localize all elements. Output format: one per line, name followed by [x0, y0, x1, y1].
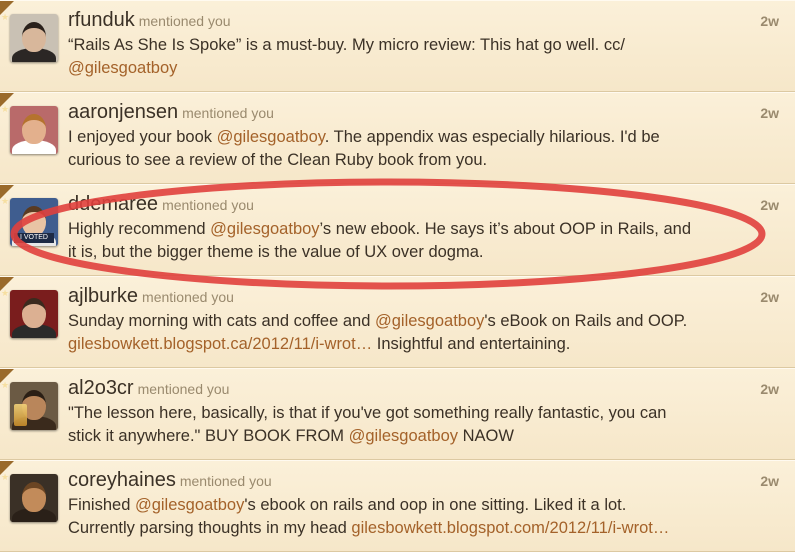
tweet-row[interactable]: ★ aaronjensen mentioned you 2w I enjoyed you… [0, 92, 795, 184]
tweet-row[interactable]: ★ I VOTED ddemaree mentioned you 2w Highly re… [0, 184, 795, 276]
tweet-row[interactable]: ★ rfunduk mentioned you 2w “Rails As She Is … [0, 0, 795, 92]
tweet-text-segment: Sunday morning with cats and coffee and [68, 312, 375, 330]
mention-link[interactable]: @gilesgoatboy [135, 496, 244, 514]
beer-glass-icon [14, 404, 27, 426]
tweet-timestamp: 2w [760, 197, 779, 213]
url-link[interactable]: gilesbowkett.blogspot.com/2012/11/i-wrot… [351, 519, 669, 537]
mentions-feed: ★ rfunduk mentioned you 2w “Rails As She Is … [0, 0, 795, 552]
mention-link[interactable]: @gilesgoatboy [210, 220, 319, 238]
avatar-flag-man[interactable] [10, 106, 58, 154]
tweet-text-line: “Rails As She Is Spoke” is a must-buy. M… [68, 34, 758, 57]
tweet-username-line: ddemaree mentioned you [68, 193, 254, 216]
avatar-tag: I VOTED [14, 233, 54, 243]
username[interactable]: ddemaree [68, 193, 158, 215]
tweet-text-line: Highly recommend @gilesgoatboy’s new ebo… [68, 218, 758, 241]
tweet-text-segment: Highly recommend [68, 220, 211, 238]
tweet-text-segment: Finished [68, 496, 135, 514]
tweet-text-segment: NAOW [458, 427, 514, 445]
tweet-text-segment: 's eBook on Rails and OOP. [484, 312, 688, 330]
star-icon: ★ [1, 12, 10, 22]
avatar-face [22, 206, 46, 236]
tweet-text: “Rails As She Is Spoke” is a must-buy. M… [68, 34, 758, 80]
tweet-text-segment: Insightful and entertaining. [372, 335, 571, 353]
unread-corner-marker: ★ [0, 461, 14, 482]
avatar-bearded-man[interactable] [10, 474, 58, 522]
url-link[interactable]: gilesbowkett.blogspot.ca/2012/11/i-wrot… [68, 335, 372, 353]
tweet-text-segment: “Rails As She Is Spoke” is a must-buy. M… [68, 36, 625, 54]
tweet-text: Finished @gilesgoatboy's ebook on rails … [68, 494, 758, 540]
tweet-text-line: gilesbowkett.blogspot.ca/2012/11/i-wrot…… [68, 333, 758, 356]
avatar-i-voted[interactable]: I VOTED [10, 198, 58, 246]
tweet-username-line: coreyhaines mentioned you [68, 469, 272, 492]
avatar-dark-hair-man[interactable] [10, 14, 58, 62]
unread-corner-marker: ★ [0, 277, 14, 298]
mentioned-you-label: mentioned you [137, 381, 230, 397]
tweet-text: Sunday morning with cats and coffee and … [68, 310, 758, 356]
tweet-timestamp: 2w [760, 105, 779, 121]
tweet-timestamp: 2w [760, 473, 779, 489]
mentioned-you-label: mentioned you [179, 473, 272, 489]
tweet-text-line: Finished @gilesgoatboy's ebook on rails … [68, 494, 758, 517]
tweet-text-segment: "The lesson here, basically, is that if … [68, 404, 667, 422]
tweet-text-line: curious to see a review of the Clean Rub… [68, 149, 758, 172]
avatar-face [22, 22, 46, 52]
tweet-row[interactable]: ★ ajlburke mentioned you 2w Sunday morning w… [0, 276, 795, 368]
mentioned-you-label: mentioned you [182, 105, 274, 121]
tweet-text-segment: I enjoyed your book [68, 128, 217, 146]
username[interactable]: rfunduk [68, 9, 135, 31]
unread-corner-marker: ★ [0, 1, 14, 22]
avatar-beer-man[interactable] [10, 382, 58, 430]
tweet-text-line: Currently parsing thoughts in my head gi… [68, 517, 758, 540]
tweet-text-line: Sunday morning with cats and coffee and … [68, 310, 758, 333]
star-icon: ★ [1, 380, 10, 390]
mention-link[interactable]: @gilesgoatboy [68, 59, 177, 77]
star-icon: ★ [1, 288, 10, 298]
tweet-timestamp: 2w [760, 381, 779, 397]
username[interactable]: aaronjensen [68, 101, 178, 123]
tweet-text-segment: it is, but the bigger theme is the value… [68, 243, 484, 261]
tweet-row[interactable]: ★ al2o3cr mentioned you 2w "The lesson here,… [0, 368, 795, 460]
tweet-text: Highly recommend @gilesgoatboy’s new ebo… [68, 218, 758, 264]
tweet-username-line: aaronjensen mentioned you [68, 101, 274, 124]
avatar-young-man[interactable] [10, 290, 58, 338]
star-icon: ★ [1, 472, 10, 482]
mentioned-you-label: mentioned you [162, 197, 254, 213]
mention-link[interactable]: @gilesgoatboy [349, 427, 458, 445]
tweet-text-line: @gilesgoatboy [68, 57, 758, 80]
mention-link[interactable]: @gilesgoatboy [217, 128, 325, 146]
mention-link[interactable]: @gilesgoatboy [375, 312, 484, 330]
tweet-text-segment: curious to see a review of the Clean Rub… [68, 151, 488, 169]
tweet-text-segment: ’s new ebook. He says it’s about OOP in … [319, 220, 691, 238]
avatar-face [22, 482, 46, 512]
tweet-username-line: al2o3cr mentioned you [68, 377, 229, 400]
tweet-text-line: it is, but the bigger theme is the value… [68, 241, 758, 264]
tweet-username-line: rfunduk mentioned you [68, 9, 231, 32]
star-icon: ★ [1, 196, 10, 206]
tweet-text-segment: 's ebook on rails and oop in one sitting… [244, 496, 627, 514]
tweet-text: I enjoyed your book @gilesgoatboy. The a… [68, 126, 758, 172]
tweet-text-segment: Currently parsing thoughts in my head [68, 519, 352, 537]
username[interactable]: al2o3cr [68, 377, 134, 399]
star-icon: ★ [1, 104, 10, 114]
unread-corner-marker: ★ [0, 369, 14, 390]
username[interactable]: ajlburke [68, 285, 138, 307]
tweet-text-line: I enjoyed your book @gilesgoatboy. The a… [68, 126, 758, 149]
tweet-text-segment: stick it anywhere." BUY BOOK FROM [68, 427, 349, 445]
tweet-text-segment: . The appendix was especially hilarious.… [324, 128, 660, 146]
tweet-text-line: stick it anywhere." BUY BOOK FROM @giles… [68, 425, 758, 448]
mentioned-you-label: mentioned you [142, 289, 234, 305]
avatar-face [22, 114, 46, 144]
tweet-text: "The lesson here, basically, is that if … [68, 402, 758, 448]
avatar-face [22, 298, 46, 328]
mentioned-you-label: mentioned you [138, 13, 231, 29]
tweet-text-line: "The lesson here, basically, is that if … [68, 402, 758, 425]
unread-corner-marker: ★ [0, 185, 14, 206]
tweet-row[interactable]: ★ coreyhaines mentioned you 2w Finished @gil… [0, 460, 795, 552]
tweet-timestamp: 2w [760, 13, 779, 29]
tweet-username-line: ajlburke mentioned you [68, 285, 234, 308]
username[interactable]: coreyhaines [68, 469, 176, 491]
tweet-timestamp: 2w [760, 289, 779, 305]
unread-corner-marker: ★ [0, 93, 14, 114]
